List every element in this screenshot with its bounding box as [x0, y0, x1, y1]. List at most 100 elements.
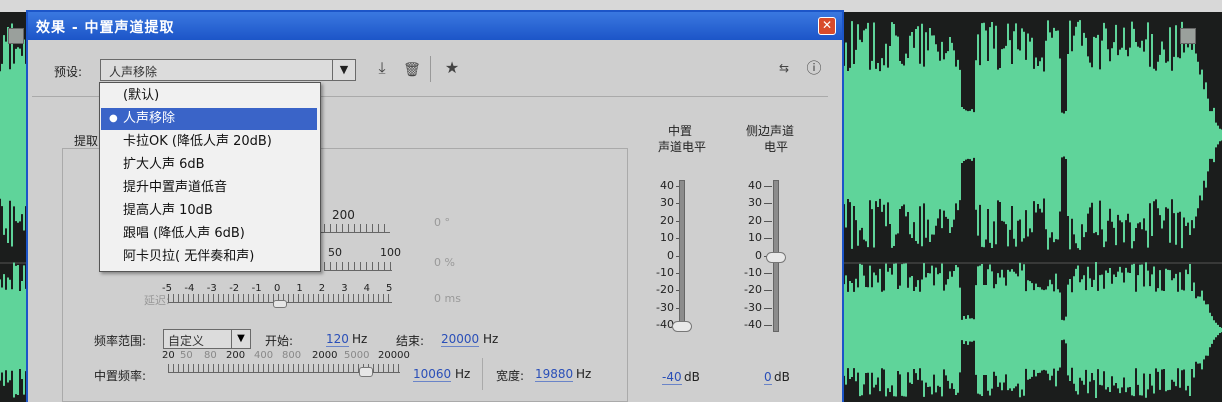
side-level-knob[interactable] — [766, 252, 786, 263]
preset-option[interactable]: 卡拉OK (降低人声 20dB) — [101, 131, 317, 153]
delay-tick-label: 2 — [318, 283, 326, 294]
center-level-track[interactable] — [679, 180, 685, 332]
side-level-tick-label: -40 — [744, 318, 762, 332]
width-value[interactable]: 19880 — [535, 367, 574, 382]
side-level-title-1: 侧边声道 — [746, 124, 795, 138]
preset-select-value: 人声移除 — [109, 65, 158, 79]
side-level-tick-label: -10 — [744, 266, 762, 279]
info-icon[interactable]: ⓘ — [804, 58, 824, 78]
chevron-down-icon[interactable]: ▼ — [332, 60, 355, 80]
preset-option-label: 跟唱 (降低人声 6dB) — [123, 226, 245, 241]
side-level-tick-mark — [764, 325, 772, 327]
center-level-knob[interactable] — [672, 321, 692, 332]
preset-option[interactable]: (默认) — [101, 85, 317, 107]
end-frequency-value[interactable]: 20000 — [441, 332, 480, 347]
scroll-up-left-icon[interactable] — [8, 28, 24, 44]
side-level-unit: dB — [774, 370, 790, 384]
side-level-tick-mark — [764, 186, 772, 187]
delay-tick-label: 1 — [296, 283, 303, 294]
dialog-title: 效果 - 中置声道提取 — [36, 20, 175, 36]
preset-option-label: (默认) — [123, 88, 160, 103]
preset-option-label: 扩大人声 6dB — [123, 157, 205, 172]
preset-option[interactable]: 阿卡贝拉( 无伴奏和声) — [101, 246, 317, 268]
preset-label: 预设: — [54, 65, 83, 79]
center-level-tick-label: 40 — [660, 179, 674, 192]
phase-scale-label: 200 — [332, 208, 355, 222]
side-level-value[interactable]: 0 — [764, 370, 772, 385]
pan-value: 0 % — [434, 256, 455, 269]
center-level-title-1: 中置 — [668, 124, 693, 138]
title-bar[interactable]: 效果 - 中置声道提取 ✕ — [28, 12, 842, 40]
delay-tick-label: -2 — [229, 283, 240, 294]
end-frequency-unit: Hz — [483, 332, 499, 346]
chevron-down-icon[interactable]: ▼ — [231, 330, 250, 348]
phase-value: 0 ° — [434, 216, 450, 229]
width-label: 宽度: — [496, 369, 525, 383]
center-level-tick-label: 20 — [660, 213, 674, 227]
center-level-value[interactable]: -40 — [662, 370, 682, 385]
download-icon[interactable]: ⤓ — [372, 58, 392, 78]
center-frequency-tick-label: 200 — [226, 350, 246, 361]
side-level-tick-label: 10 — [748, 231, 762, 245]
star-icon[interactable]: ★ — [442, 58, 462, 78]
preset-option[interactable]: 提高人声 10dB — [101, 200, 317, 222]
preset-option-label: 卡拉OK (降低人声 20dB) — [123, 134, 272, 149]
side-level-tick-mark — [764, 307, 772, 309]
pan-slider-ticks[interactable] — [324, 262, 392, 271]
toolbar-divider — [430, 56, 431, 82]
scroll-up-right-icon[interactable] — [1180, 28, 1196, 44]
center-frequency-tick-label: 50 — [180, 350, 193, 361]
frequency-range-select[interactable]: 自定义 ▼ — [163, 329, 251, 349]
delay-tick-label: 0 — [274, 283, 281, 294]
preset-option-label: 人声移除 — [123, 111, 176, 126]
delay-tick-label: 5 — [386, 283, 393, 294]
close-button[interactable]: ✕ — [818, 17, 836, 35]
preset-select[interactable]: 人声移除 ▼ — [100, 59, 356, 81]
center-level-ticks: 40 30 20 10 0 -10 -20 -30 -40 — [654, 179, 694, 336]
side-level-tick-label: 20 — [748, 213, 762, 227]
delay-value: 0 ms — [434, 292, 461, 305]
preset-option[interactable]: 跟唱 (降低人声 6dB) — [101, 223, 317, 245]
center-frequency-slider-knob[interactable] — [359, 367, 373, 377]
center-level-tick-label: 0 — [667, 248, 674, 262]
preset-option[interactable]: 扩大人声 6dB — [101, 154, 317, 176]
preset-option-label: 提高人声 10dB — [123, 203, 213, 218]
center-level-tick-label: -10 — [656, 266, 674, 279]
preset-option[interactable]: 提升中置声道低音 — [101, 177, 317, 199]
center-frequency-tick-label: 20 — [162, 350, 175, 361]
side-level-tick-label: 0 — [755, 248, 762, 262]
routing-icon[interactable]: ⇆ — [774, 58, 794, 78]
delay-label: 延迟: — [144, 294, 170, 307]
side-level-tick-label: -30 — [744, 300, 762, 314]
selected-bullet-icon: ● — [109, 113, 118, 124]
center-frequency-tick-label: 400 — [254, 350, 274, 361]
start-frequency-value[interactable]: 120 — [326, 332, 349, 347]
end-label: 结束: — [396, 334, 425, 348]
trash-icon[interactable]: 🗑 — [402, 60, 422, 80]
side-level-tick-label: 30 — [748, 196, 762, 210]
start-label: 开始: — [265, 334, 294, 348]
delay-tick-label: -4 — [184, 283, 195, 294]
center-frequency-tick-label: 5000 — [344, 350, 370, 361]
center-level-title-2: 声道电平 — [658, 140, 707, 154]
width-unit: Hz — [576, 367, 592, 381]
center-frequency-tick-label: 20000 — [378, 350, 410, 361]
side-level-tick-label: -20 — [744, 283, 762, 297]
frequency-range-value: 自定义 — [168, 334, 205, 348]
side-level-tick-mark — [764, 203, 772, 205]
pan-scale-100: 100 — [380, 246, 401, 259]
field-divider — [482, 358, 483, 390]
preset-dropdown-list: (默认) ● 人声移除卡拉OK (降低人声 20dB) 扩大人声 6dB 提升中置声道低… — [99, 82, 321, 272]
tab-extract[interactable]: 提取 — [74, 132, 98, 149]
preset-option[interactable]: ● 人声移除 — [101, 108, 317, 130]
center-level-tick-label: -30 — [656, 300, 674, 314]
center-level-tick-label: 10 — [660, 231, 674, 245]
side-level-tick-label: 40 — [748, 179, 762, 192]
center-frequency-value[interactable]: 10060 — [413, 367, 452, 382]
delay-slider-knob[interactable] — [273, 300, 287, 308]
preset-option-label: 阿卡贝拉( 无伴奏和声) — [123, 249, 255, 264]
pan-scale-50: 50 — [328, 246, 342, 259]
center-frequency-tick-label: 80 — [204, 350, 217, 361]
delay-tick-label: 3 — [341, 283, 348, 294]
center-level-tick-label: 30 — [660, 196, 674, 210]
